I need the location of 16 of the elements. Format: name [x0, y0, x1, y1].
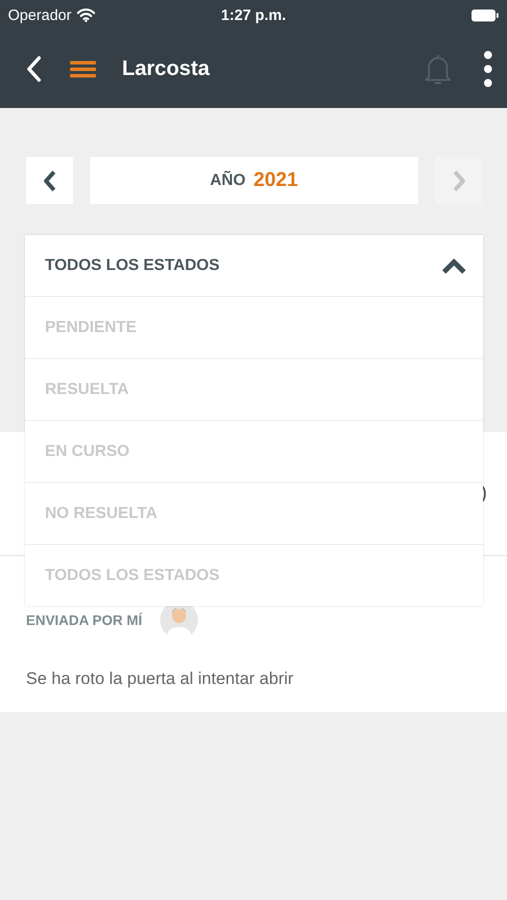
carrier-label: Operador — [8, 6, 72, 24]
previous-year-button[interactable] — [26, 157, 73, 204]
year-label: AÑO — [210, 172, 246, 190]
menu-icon[interactable] — [70, 60, 96, 78]
back-icon[interactable] — [26, 56, 42, 82]
chevron-left-icon — [42, 170, 56, 192]
sender-label: ENVIADA POR MÍ — [26, 612, 142, 628]
battery-icon — [471, 8, 499, 22]
request-description: Se ha roto la puerta al intentar abrir — [25, 668, 294, 689]
more-icon[interactable] — [483, 51, 493, 87]
year-value: 2021 — [254, 169, 298, 192]
state-dropdown[interactable]: TODOS LOS ESTADOS — [25, 235, 483, 296]
wifi-icon — [77, 8, 96, 22]
status-time: 1:27 p.m. — [220, 6, 286, 24]
chevron-right-icon — [452, 170, 466, 192]
app-title: Larcosta — [122, 57, 210, 81]
